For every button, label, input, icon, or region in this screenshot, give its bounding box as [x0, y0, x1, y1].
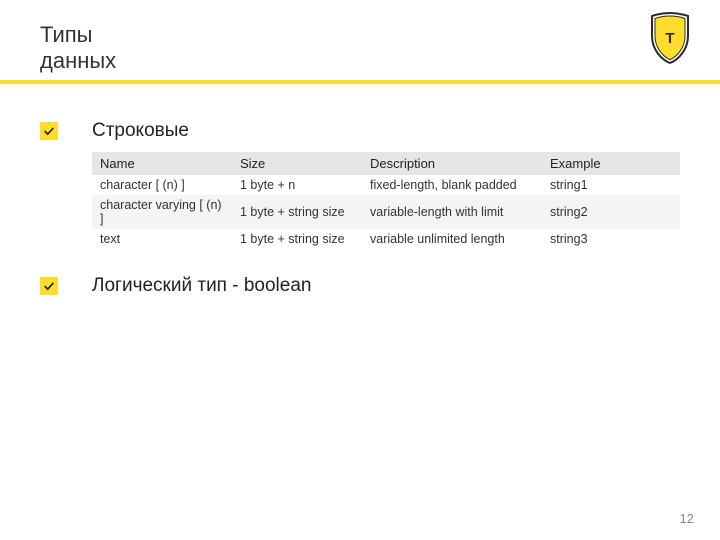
table-row: character [ (n) ] 1 byte + n fixed-lengt… [92, 175, 680, 195]
cell-size: 1 byte + string size [232, 195, 362, 229]
cell-name: character varying [ (n) ] [92, 195, 232, 229]
bullet-boolean-type: Логический тип - boolean [40, 275, 680, 297]
cell-description: variable-length with limit [362, 195, 542, 229]
divider [0, 80, 720, 84]
th-size: Size [232, 152, 362, 175]
cell-size: 1 byte + n [232, 175, 362, 195]
th-name: Name [92, 152, 232, 175]
check-icon [40, 122, 58, 140]
cell-example: string2 [542, 195, 680, 229]
svg-text:Т: Т [665, 30, 674, 47]
slide-title: Типы данных [40, 22, 720, 75]
cell-description: fixed-length, blank padded [362, 175, 542, 195]
table-row: character varying [ (n) ] 1 byte + strin… [92, 195, 680, 229]
bullet-label: Логический тип - boolean [92, 275, 311, 297]
cell-name: character [ (n) ] [92, 175, 232, 195]
table-row: text 1 byte + string size variable unlim… [92, 229, 680, 249]
title-line-1: Типы [40, 22, 93, 47]
cell-size: 1 byte + string size [232, 229, 362, 249]
cell-example: string1 [542, 175, 680, 195]
header: Типы данных [0, 0, 720, 75]
table-header-row: Name Size Description Example [92, 152, 680, 175]
cell-name: text [92, 229, 232, 249]
cell-example: string3 [542, 229, 680, 249]
slide: Типы данных Т Строковые Name Size [0, 0, 720, 540]
string-types-table: Name Size Description Example character … [92, 152, 680, 249]
shield-logo-icon: Т [642, 10, 698, 66]
table: Name Size Description Example character … [92, 152, 680, 249]
th-description: Description [362, 152, 542, 175]
bullet-label: Строковые [92, 120, 189, 142]
page-number: 12 [680, 511, 694, 526]
check-icon [40, 277, 58, 295]
cell-description: variable unlimited length [362, 229, 542, 249]
bullet-string-types: Строковые [40, 120, 680, 142]
title-line-2: данных [40, 48, 116, 73]
th-example: Example [542, 152, 680, 175]
content: Строковые Name Size Description Example … [40, 120, 680, 307]
